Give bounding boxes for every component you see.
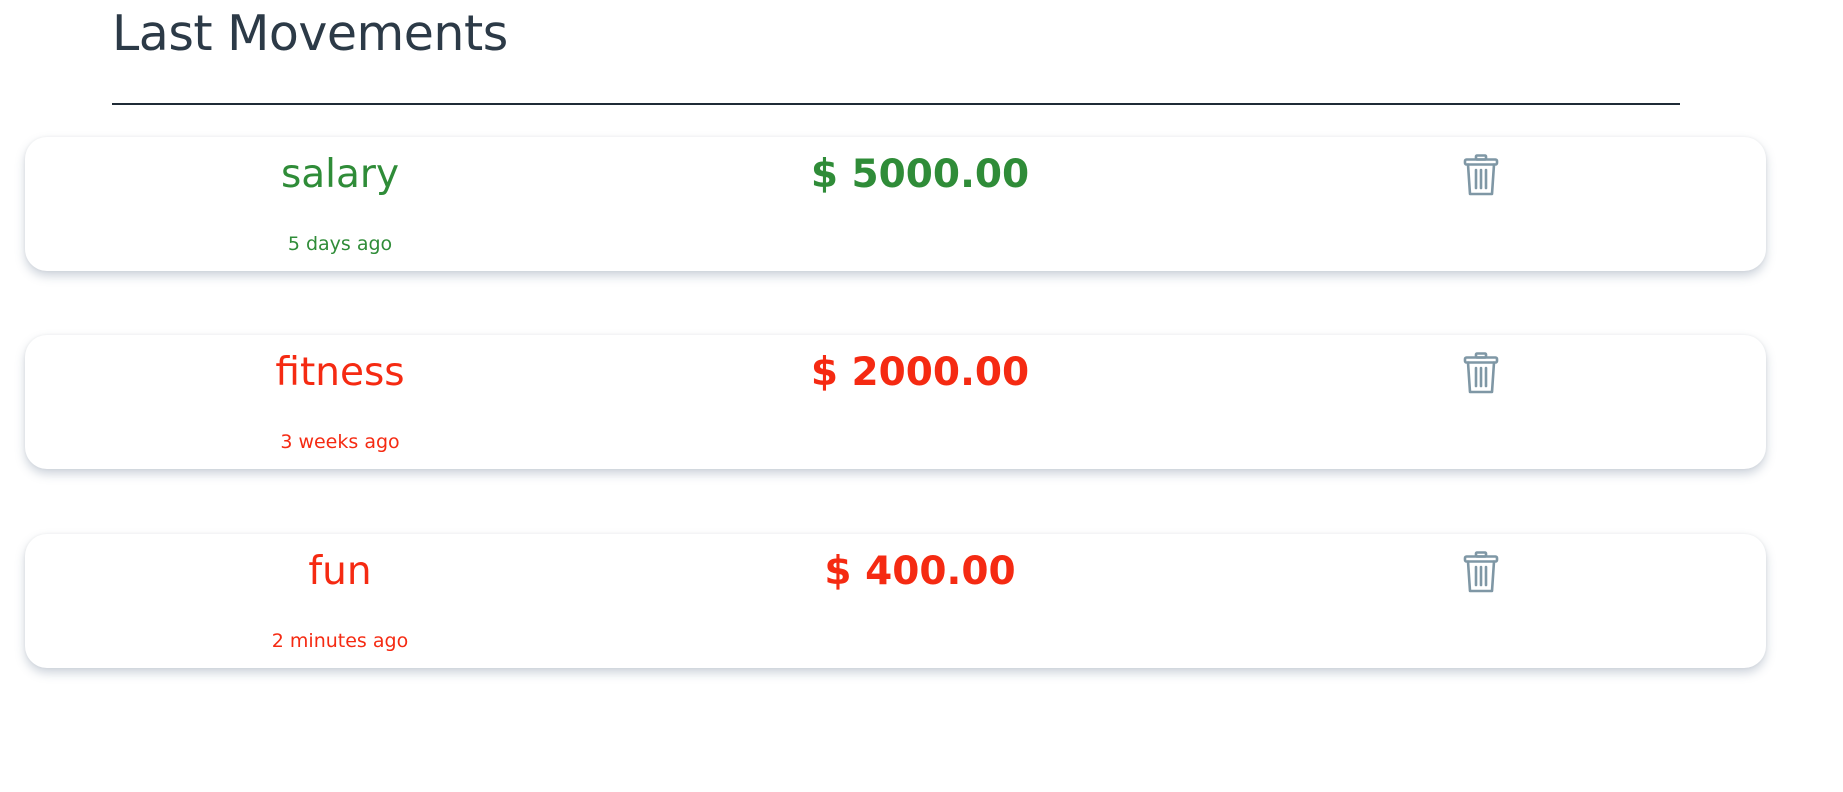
trash-icon: [1463, 154, 1499, 196]
title-divider: [112, 103, 1680, 105]
movement-amount: $ 5000.00: [810, 152, 1030, 197]
delete-movement-button[interactable]: [1455, 153, 1507, 197]
movement-card: salary 5 days ago $ 5000.00: [25, 137, 1766, 271]
movement-card: fitness 3 weeks ago $ 2000.00: [25, 335, 1766, 469]
delete-movement-button[interactable]: [1455, 351, 1507, 395]
movement-amount: $ 400.00: [824, 549, 1016, 594]
trash-icon: [1463, 551, 1499, 593]
movement-category: fitness: [275, 350, 405, 395]
page-title: Last Movements: [112, 5, 508, 62]
trash-icon: [1463, 352, 1499, 394]
movement-time: 3 weeks ago: [280, 431, 400, 453]
movement-category: fun: [308, 549, 372, 594]
movement-category: salary: [280, 152, 400, 197]
movement-card: fun 2 minutes ago $ 400.00: [25, 534, 1766, 668]
movement-time: 2 minutes ago: [271, 630, 409, 652]
page: Last Movements salary 5 days ago $ 5000.…: [0, 0, 1843, 792]
movement-time: 5 days ago: [287, 233, 393, 255]
delete-movement-button[interactable]: [1455, 550, 1507, 594]
movement-amount: $ 2000.00: [810, 350, 1030, 395]
